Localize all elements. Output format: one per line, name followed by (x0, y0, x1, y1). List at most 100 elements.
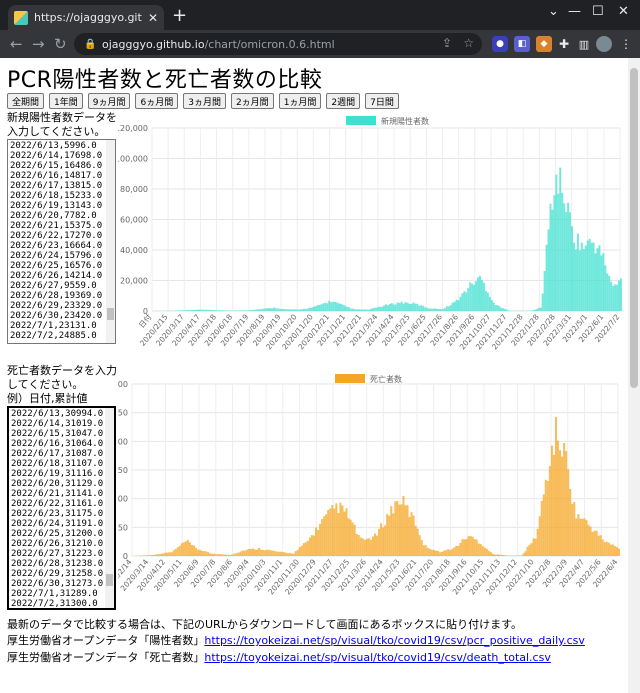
bar (528, 544, 531, 556)
bar (541, 293, 544, 311)
positive-data-line: 2022/7/2,24885.0 (10, 331, 97, 341)
range-button-3[interactable]: 6ヵ月間 (135, 93, 179, 109)
y-tick-label: 50 (118, 523, 128, 532)
death-data-textarea[interactable]: 2022/6/13,30994.0 2022/6/14,31019.0 2022/6… (7, 406, 116, 610)
positive-data-line: 2022/6/16,14817.0 (10, 171, 103, 181)
bar (418, 535, 421, 556)
browser-tab[interactable]: https://ojagggyo.github.io/chart/ ✕ (8, 5, 164, 30)
bar (596, 248, 599, 311)
bar (150, 555, 153, 556)
bar (473, 284, 476, 311)
death-csv-link[interactable]: https://toyokeizai.net/sp/visual/tko/cov… (204, 651, 551, 664)
lock-icon: 🔒 (84, 38, 97, 50)
range-button-8[interactable]: 7日間 (365, 93, 399, 109)
bar (361, 538, 364, 556)
bar (324, 302, 327, 311)
tab-close-icon[interactable]: ✕ (148, 11, 158, 25)
page-scrollbar[interactable] (628, 58, 640, 693)
positive-chart: 新規陽性者数020,00040,00060,00080,000100,00012… (118, 116, 622, 351)
range-button-2[interactable]: 9ヵ月間 (87, 93, 131, 109)
bar (220, 310, 223, 311)
bar (498, 554, 501, 556)
bar (316, 305, 319, 311)
positive-data-line: 2022/6/30,23420.0 (10, 311, 103, 321)
minimize-icon[interactable]: — (568, 4, 581, 19)
bar (459, 542, 462, 556)
bar (432, 550, 435, 556)
range-button-0[interactable]: 全期間 (7, 93, 45, 109)
bar (386, 514, 389, 556)
bar (208, 309, 211, 311)
window-chevron-icon[interactable]: ⌄ (548, 4, 559, 19)
bar (457, 545, 460, 556)
range-button-1[interactable]: 1年間 (49, 93, 83, 109)
extension-1-icon[interactable]: ● (492, 36, 508, 52)
death-data-line: 2022/6/23,31175.0 (11, 509, 104, 519)
bookmark-star-icon[interactable]: ☆ (463, 36, 474, 50)
bar (261, 308, 264, 311)
bar (546, 481, 549, 556)
bar (353, 524, 356, 556)
bar (213, 553, 216, 556)
address-bar[interactable]: 🔒 ojagggyo.github.io/chart/omicron.0.6.h… (74, 33, 482, 55)
range-button-4[interactable]: 3ヵ月間 (183, 93, 226, 109)
bar (526, 546, 529, 556)
bar (469, 282, 472, 311)
positive-textarea-scrollbar[interactable] (106, 140, 115, 343)
bar (449, 305, 452, 311)
bar (363, 539, 366, 556)
url-host: ojagggyo.github.io (102, 37, 205, 51)
reload-icon[interactable]: ↻ (54, 35, 67, 53)
bar (437, 309, 440, 311)
bar (435, 308, 438, 311)
bar (294, 551, 297, 556)
bar (412, 302, 415, 311)
bar (245, 310, 248, 311)
new-tab-icon[interactable]: + (172, 7, 187, 25)
death-data-line: 2022/6/26,31210.0 (11, 539, 104, 549)
death-data-line: 2022/6/20,31129.0 (11, 479, 104, 489)
bar (432, 308, 434, 311)
bar (272, 550, 275, 556)
bar (500, 307, 503, 311)
bar (555, 174, 558, 311)
positive-data-textarea[interactable]: 2022/6/13,5996.0 2022/6/14,17698.0 2022/6/… (7, 139, 116, 344)
legend-label: 新規陽性者数 (381, 116, 429, 126)
bar (445, 550, 448, 556)
range-button-6[interactable]: 1ヵ月間 (278, 93, 322, 109)
forward-icon[interactable]: → (32, 35, 45, 53)
bar (414, 525, 417, 556)
bar (406, 302, 409, 311)
share-icon[interactable]: ⇪ (442, 36, 452, 50)
bar (465, 292, 468, 311)
sidepanel-icon[interactable]: ▥ (576, 36, 592, 52)
maximize-icon[interactable]: ☐ (592, 4, 604, 19)
bar (522, 553, 525, 556)
menu-kebab-icon[interactable]: ⋮ (618, 36, 634, 52)
positive-csv-link[interactable]: https://toyokeizai.net/sp/visual/tko/cov… (204, 634, 585, 647)
bar (392, 304, 395, 311)
extension-fox-icon[interactable]: ◆ (536, 36, 552, 52)
bar (328, 300, 331, 311)
bar (224, 310, 227, 311)
profile-avatar-icon[interactable] (596, 36, 612, 52)
url-path: /chart/omicron.0.6.html (204, 37, 335, 51)
bar (447, 549, 450, 556)
close-window-icon[interactable]: ✕ (618, 4, 629, 19)
range-button-5[interactable]: 2ヵ月間 (230, 93, 274, 109)
bar (152, 555, 155, 556)
death-textarea-scrollbar[interactable] (105, 408, 114, 608)
back-icon[interactable]: ← (10, 35, 23, 53)
footer-note: 最新のデータで比較する場合は、下記のURLからダウンロードして画面にあるボックス… (7, 618, 523, 631)
bar (278, 551, 281, 556)
extensions-puzzle-icon[interactable]: ✚ (556, 36, 572, 52)
bar (268, 549, 271, 556)
footer-death-label: 厚生労働省オープンデータ「死亡者数」 (7, 651, 205, 664)
bar (588, 238, 591, 311)
bar (608, 275, 611, 311)
range-button-7[interactable]: 2週間 (326, 93, 361, 109)
bar (205, 551, 208, 556)
page-scrollbar-thumb[interactable] (630, 68, 638, 388)
bar (554, 416, 557, 556)
extension-2-icon[interactable]: ◧ (514, 36, 530, 52)
